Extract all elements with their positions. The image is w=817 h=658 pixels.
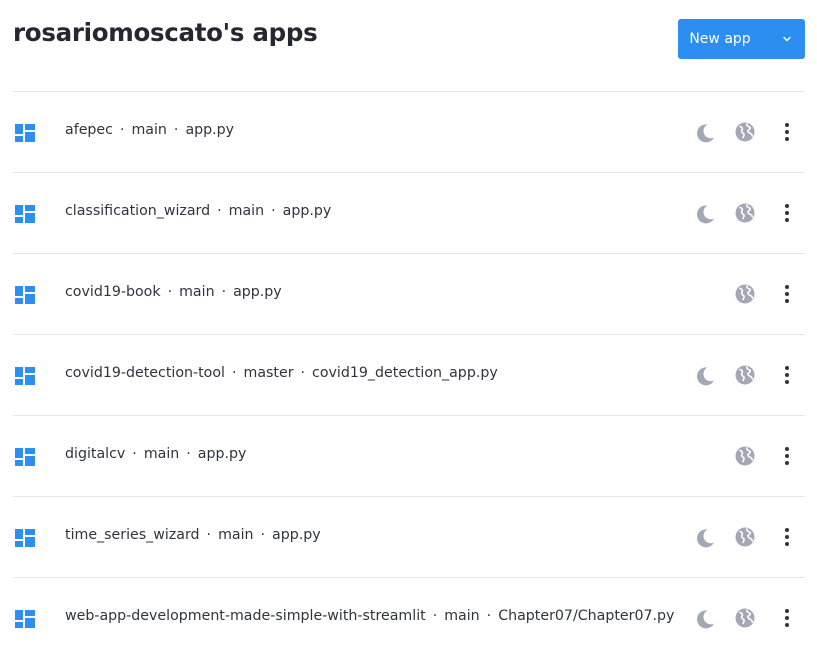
new-app-label[interactable]: New app xyxy=(678,19,768,59)
app-branch: master xyxy=(243,365,294,381)
app-name: covid19-book xyxy=(65,284,161,300)
globe-icon[interactable] xyxy=(734,283,756,305)
app-file: app.py xyxy=(197,446,247,462)
kebab-menu-icon[interactable] xyxy=(778,364,796,386)
app-path[interactable]: afepec · main · app.py xyxy=(65,122,234,138)
kebab-menu-icon[interactable] xyxy=(778,283,796,305)
separator-dot: · xyxy=(173,122,179,138)
moon-icon[interactable] xyxy=(694,203,716,225)
moon-icon[interactable] xyxy=(694,608,716,630)
globe-icon[interactable] xyxy=(734,202,756,224)
separator-dot: · xyxy=(217,203,222,219)
app-name: afepec xyxy=(65,122,113,138)
app-file: app.py xyxy=(272,527,321,543)
new-app-dropdown[interactable] xyxy=(768,19,805,59)
app-row[interactable]: afepec · main · app.py xyxy=(13,91,805,172)
app-row[interactable]: digitalcv · main · app.py xyxy=(13,415,805,496)
app-file: app.py xyxy=(185,122,235,138)
app-grid-icon xyxy=(15,448,35,466)
app-file: app.py xyxy=(233,284,282,300)
app-branch: main xyxy=(228,203,265,219)
app-file: app.py xyxy=(282,203,332,219)
separator-dot: · xyxy=(271,203,276,219)
kebab-menu-icon[interactable] xyxy=(778,121,796,143)
app-row[interactable]: covid19-detection-tool · master · covid19_de… xyxy=(13,334,805,415)
app-path[interactable]: time_series_wizard · main · app.py xyxy=(65,527,321,543)
kebab-menu-icon[interactable] xyxy=(778,445,796,467)
app-branch: main xyxy=(444,608,480,624)
app-path[interactable]: digitalcv · main · app.py xyxy=(65,446,246,462)
app-path[interactable]: web-app-development-made-simple-with-str… xyxy=(65,608,674,624)
app-path[interactable]: classification_wizard · main · app.py xyxy=(65,203,331,219)
app-row[interactable]: classification_wizard · main · app.py xyxy=(13,172,805,253)
app-name: covid19-detection-tool xyxy=(65,365,225,381)
globe-icon[interactable] xyxy=(734,526,756,548)
separator-dot: · xyxy=(221,284,227,300)
globe-icon[interactable] xyxy=(734,607,756,629)
separator-dot: · xyxy=(300,365,306,381)
app-path[interactable]: covid19-detection-tool · master · covid19_de… xyxy=(65,365,498,381)
app-branch: main xyxy=(179,284,215,300)
kebab-menu-icon[interactable] xyxy=(778,526,796,548)
app-branch: main xyxy=(218,527,254,543)
chevron-down-icon xyxy=(782,36,791,42)
separator-dot: · xyxy=(186,446,191,462)
separator-dot: · xyxy=(432,608,438,624)
app-branch: main xyxy=(131,122,167,138)
moon-icon[interactable] xyxy=(694,365,716,387)
app-name: web-app-development-made-simple-with-str… xyxy=(65,608,426,624)
globe-icon[interactable] xyxy=(734,364,756,386)
app-grid-icon xyxy=(15,610,35,628)
kebab-menu-icon[interactable] xyxy=(778,202,796,224)
app-branch: main xyxy=(143,446,180,462)
moon-icon[interactable] xyxy=(694,122,716,144)
app-file: covid19_detection_app.py xyxy=(312,365,498,381)
app-grid-icon xyxy=(15,529,35,547)
globe-icon[interactable] xyxy=(734,121,756,143)
separator-dot: · xyxy=(231,365,237,381)
moon-icon[interactable] xyxy=(694,527,716,549)
separator-dot: · xyxy=(206,527,212,543)
app-grid-icon xyxy=(15,124,35,142)
app-row[interactable]: time_series_wizard · main · app.py xyxy=(13,496,805,577)
page-title: rosariomoscato's apps xyxy=(13,18,318,47)
separator-dot: · xyxy=(132,446,137,462)
app-path[interactable]: covid19-book · main · app.py xyxy=(65,284,282,300)
app-name: classification_wizard xyxy=(65,203,211,219)
app-grid-icon xyxy=(15,205,35,223)
app-list: afepec · main · app.py classification_wizard ·… xyxy=(13,91,805,658)
app-row[interactable]: web-app-development-made-simple-with-str… xyxy=(13,577,805,658)
kebab-menu-icon[interactable] xyxy=(778,607,796,629)
app-name: digitalcv xyxy=(65,446,126,462)
separator-dot: · xyxy=(167,284,173,300)
app-name: time_series_wizard xyxy=(65,527,200,543)
app-file: Chapter07/Chapter07.py xyxy=(498,608,675,624)
separator-dot: · xyxy=(486,608,492,624)
separator-dot: · xyxy=(119,122,125,138)
globe-icon[interactable] xyxy=(734,445,756,467)
app-grid-icon xyxy=(15,367,35,385)
new-app-button[interactable]: New app xyxy=(678,19,805,59)
app-grid-icon xyxy=(15,286,35,304)
app-row[interactable]: covid19-book · main · app.py xyxy=(13,253,805,334)
separator-dot: · xyxy=(260,527,266,543)
